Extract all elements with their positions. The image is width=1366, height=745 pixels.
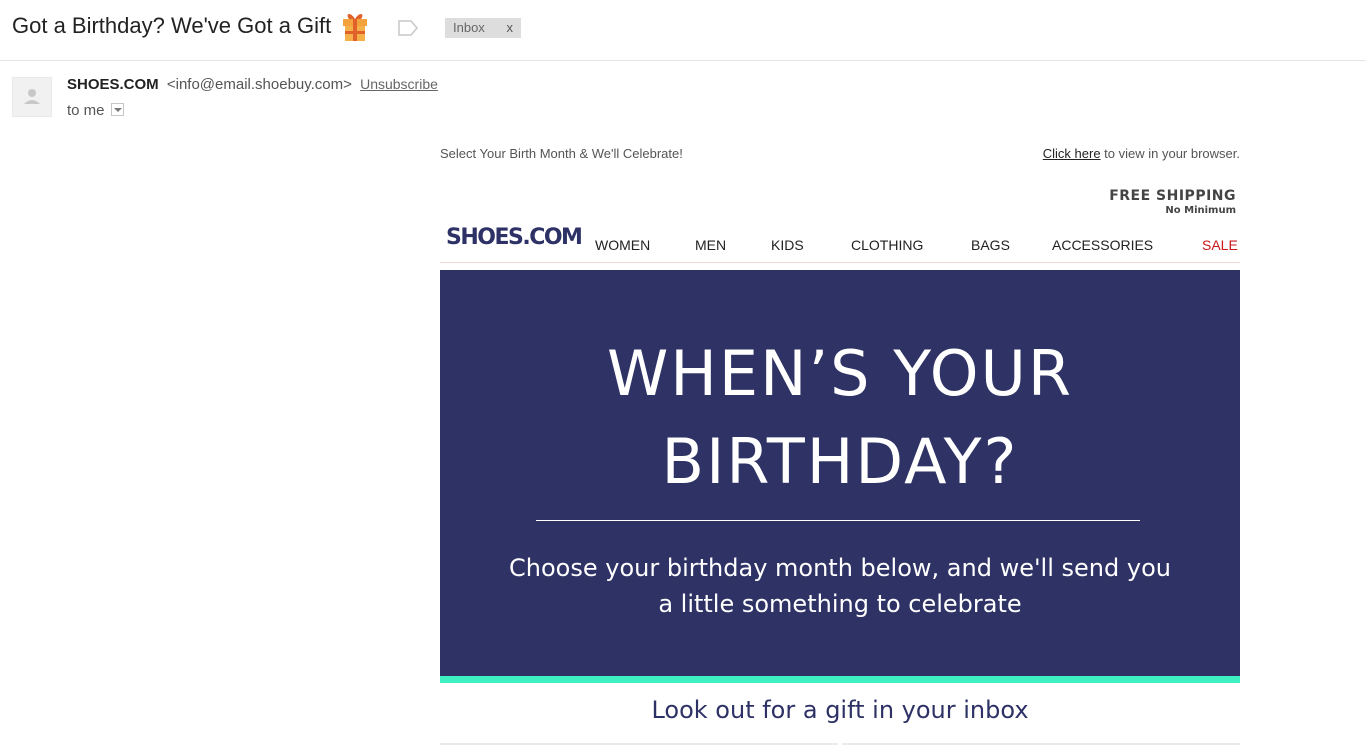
nav-women[interactable]: WOMEN: [595, 237, 650, 253]
view-in-browser-link[interactable]: Click here: [1043, 146, 1101, 161]
nav-bags[interactable]: BAGS: [971, 237, 1010, 253]
nav-sale[interactable]: SALE: [1202, 237, 1238, 253]
unsubscribe-link[interactable]: Unsubscribe: [360, 76, 438, 92]
nav-divider: [440, 262, 1240, 263]
view-in-browser-text: to view in your browser.: [1100, 146, 1240, 161]
hero-subtitle: Choose your birthday month below, and we…: [509, 554, 1171, 618]
sender-name: SHOES.COM: [67, 76, 159, 93]
no-minimum-text: No Minimum: [1165, 205, 1236, 216]
sender-email: <info@email.shoebuy.com>: [166, 76, 352, 93]
gift-icon: [343, 14, 367, 41]
inbox-label-chip[interactable]: Inbox x: [445, 18, 521, 38]
free-shipping-text: FREE SHIPPING: [1109, 188, 1236, 204]
hero-banner[interactable]: WHEN’S YOUR BIRTHDAY? Choose your birthd…: [440, 270, 1240, 676]
free-shipping-badge: FREE SHIPPING No Minimum: [1109, 189, 1236, 216]
accent-stripe: [440, 676, 1240, 683]
nav-clothing[interactable]: CLOTHING: [851, 237, 923, 253]
nav-men[interactable]: MEN: [695, 237, 726, 253]
preheader-text: Select Your Birth Month & We'll Celebrat…: [440, 146, 683, 161]
email-nav: WOMEN MEN KIDS CLOTHING BAGS ACCESSORIES…: [440, 237, 1240, 255]
recipient-line: to me: [67, 102, 124, 119]
recipient-text: to me: [67, 102, 105, 119]
chevron-down-icon[interactable]: [110, 103, 124, 116]
view-in-browser: Click here to view in your browser.: [1043, 146, 1240, 161]
remove-label-button[interactable]: x: [506, 20, 513, 35]
sender-avatar: [12, 77, 52, 117]
inbox-label-text: Inbox: [453, 20, 485, 35]
subject-bar: Got a Birthday? We've Got a Gift Inbox x: [0, 0, 1366, 61]
hero-divider: [536, 520, 1140, 521]
email-subject: Got a Birthday? We've Got a Gift: [12, 13, 332, 38]
person-icon: [24, 89, 40, 104]
sender-line: SHOES.COM <info@email.shoebuy.com> Unsub…: [67, 76, 438, 93]
nav-accessories[interactable]: ACCESSORIES: [1052, 237, 1153, 253]
nav-kids[interactable]: KIDS: [771, 237, 804, 253]
lookout-heading: Look out for a gift in your inbox: [651, 696, 1029, 724]
label-icon[interactable]: [398, 20, 418, 36]
hero-title: WHEN’S YOUR BIRTHDAY?: [607, 337, 1073, 498]
